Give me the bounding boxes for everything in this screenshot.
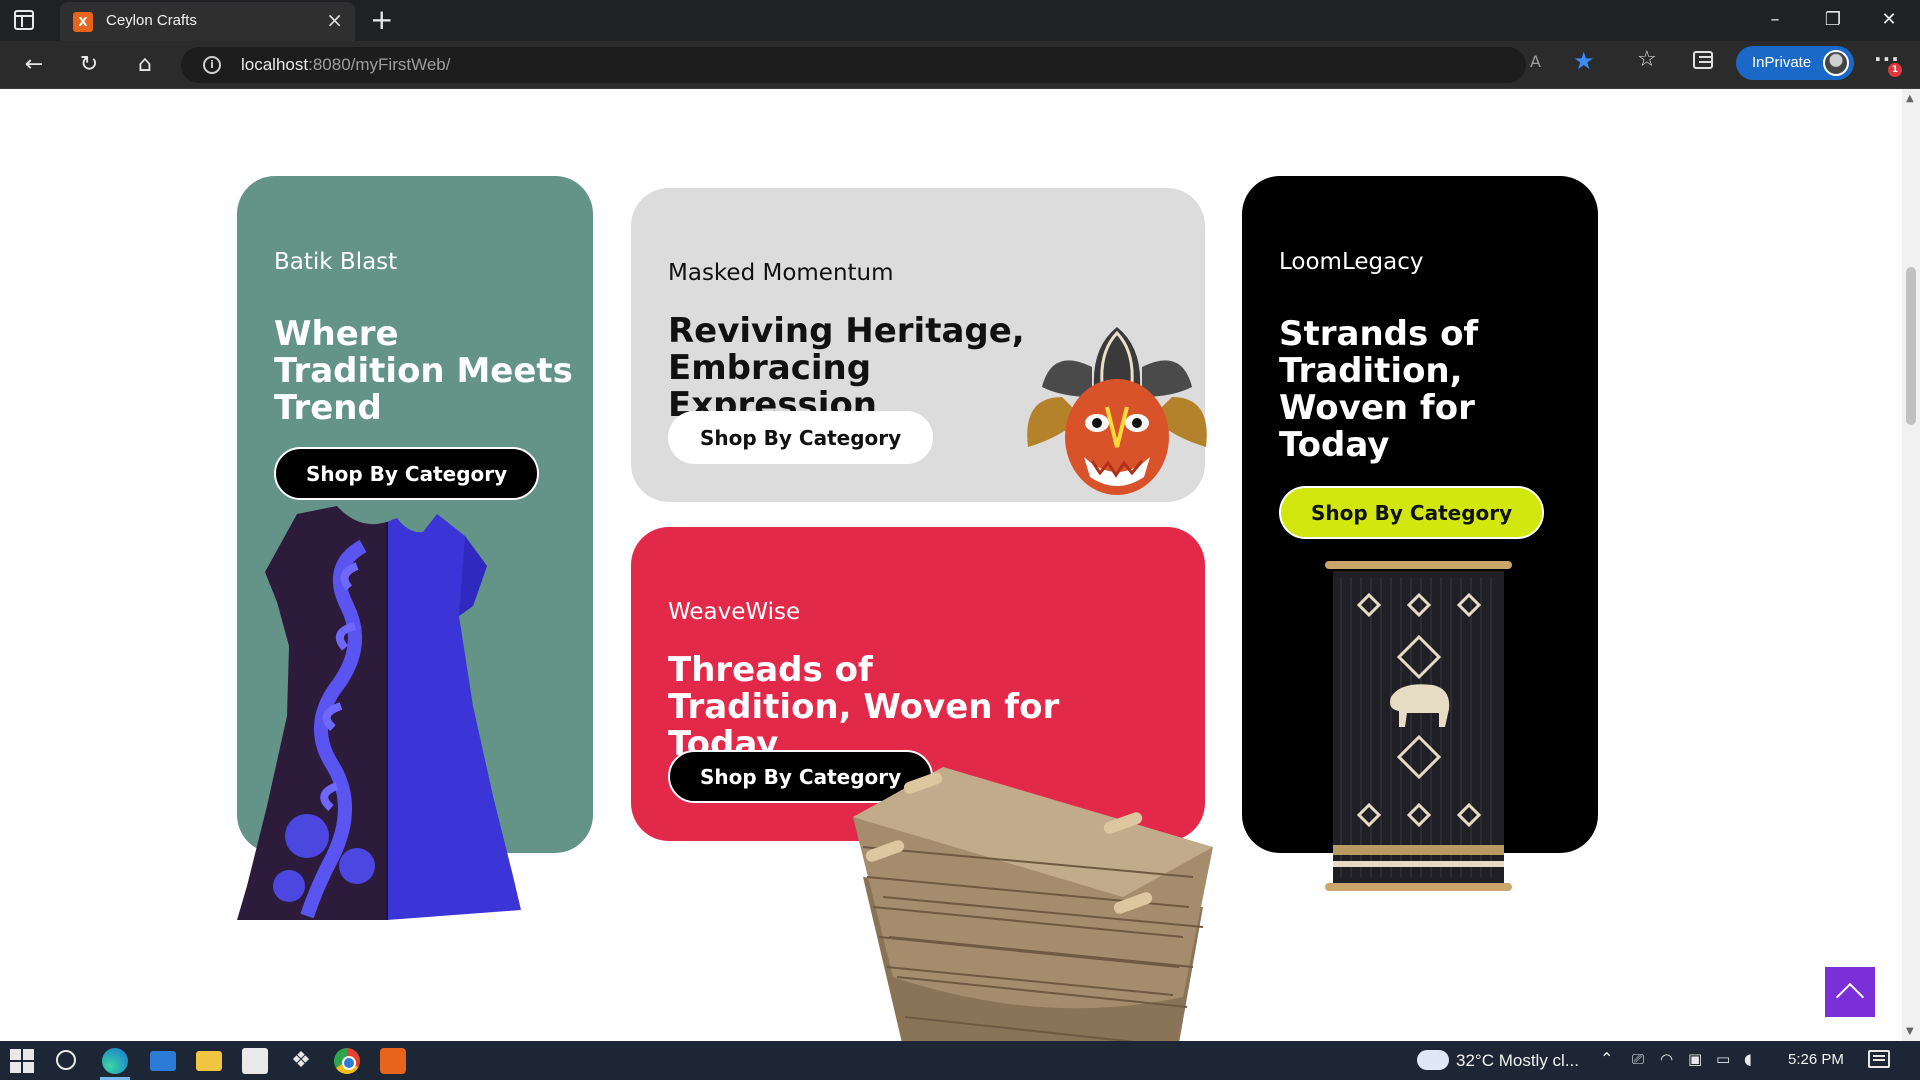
edge-icon[interactable] [102, 1048, 128, 1074]
chrome-icon[interactable] [334, 1048, 360, 1074]
display-icon[interactable]: ▣ [1688, 1050, 1702, 1068]
batik-dress-image [237, 506, 521, 920]
back-arrow-icon[interactable]: ← [17, 49, 51, 83]
refresh-icon[interactable]: ↻ [72, 49, 106, 83]
new-tab-button[interactable]: + [370, 4, 393, 36]
tab-title: Ceylon Crafts [106, 12, 197, 29]
wifi-icon[interactable]: ◠ [1660, 1050, 1673, 1068]
inprivate-button[interactable]: InPrivate [1736, 46, 1854, 80]
card-name: WeaveWise [668, 599, 801, 625]
address-bar[interactable]: i localhost:8080/myFirstWeb/ [181, 47, 1526, 83]
xampp-icon[interactable] [380, 1048, 406, 1074]
shop-by-category-button[interactable]: Shop By Category [668, 411, 934, 464]
scroll-down-icon[interactable]: ▼ [1906, 1026, 1914, 1037]
xampp-favicon-icon: X [73, 12, 93, 32]
avatar [1823, 50, 1849, 76]
raksha-mask-image [1027, 327, 1207, 495]
browser-toolbar: ← ↻ ⌂ i localhost:8080/myFirstWeb/ [0, 41, 1920, 89]
volume-icon[interactable]: ◖ [1744, 1050, 1752, 1068]
alert-badge: 1 [1888, 63, 1902, 77]
mail-icon[interactable] [150, 1051, 176, 1071]
file-explorer-icon[interactable] [196, 1051, 222, 1071]
back-to-top-button[interactable] [1825, 967, 1875, 1017]
browser-titlebar: X Ceylon Crafts × + – ❐ ✕ [0, 0, 1920, 41]
window-close-button[interactable]: ✕ [1866, 6, 1912, 34]
minimize-button[interactable]: – [1752, 6, 1798, 34]
woven-wall-hanging-image [1325, 561, 1512, 891]
url-path: :8080/myFirstWeb/ [308, 55, 451, 74]
card-heading: Strands of Tradition, Woven for Today [1279, 314, 1479, 465]
store-icon[interactable] [242, 1048, 268, 1074]
shop-by-category-button[interactable]: Shop By Category [1279, 486, 1545, 539]
close-icon[interactable]: × [326, 10, 343, 30]
scroll-up-icon[interactable]: ▲ [1906, 93, 1914, 104]
restore-button[interactable]: ❐ [1810, 6, 1856, 34]
page-scrollbar[interactable]: ▲ ▼ [1902, 89, 1920, 1041]
card-name: Batik Blast [274, 249, 398, 275]
meet-now-icon[interactable]: ⎚ [1632, 1050, 1644, 1068]
notifications-icon[interactable] [1868, 1050, 1890, 1068]
home-icon[interactable]: ⌂ [128, 49, 162, 83]
inprivate-label: InPrivate [1752, 54, 1812, 71]
start-icon[interactable] [10, 1048, 36, 1074]
url-text[interactable]: localhost:8080/myFirstWeb/ [241, 55, 450, 75]
favorite-star-icon[interactable]: ★ [1573, 47, 1595, 75]
battery-icon[interactable]: ▭ [1716, 1050, 1730, 1068]
favorites-icon[interactable]: ☆ [1637, 47, 1657, 72]
card-heading: Where Tradition Meets Trend [274, 314, 573, 428]
system-clock[interactable]: 5:26 PM [1788, 1051, 1844, 1068]
dropbox-icon[interactable]: ❖ [288, 1048, 314, 1074]
card-heading: Threads of Tradition, Woven for Today [668, 650, 1060, 764]
tab-actions-icon[interactable] [14, 10, 34, 30]
info-icon[interactable]: i [203, 56, 221, 74]
chevron-up-icon[interactable]: ⌃ [1600, 1049, 1613, 1068]
search-icon[interactable] [56, 1050, 76, 1070]
scroll-thumb[interactable] [1906, 267, 1916, 425]
read-aloud-icon[interactable]: A [1530, 52, 1541, 71]
windows-taskbar: ❖ 32°C Mostly cl... ⌃ ⎚ ◠ ▣ ▭ ◖ 5:26 PM [0, 1041, 1920, 1080]
weather-cloud-icon[interactable] [1417, 1044, 1449, 1070]
browser-tab[interactable]: X Ceylon Crafts × [60, 2, 355, 41]
woven-baskets-image [853, 767, 1213, 1041]
card-name: LoomLegacy [1279, 249, 1424, 275]
shop-by-category-button[interactable]: Shop By Category [274, 447, 540, 500]
card-name: Masked Momentum [668, 260, 894, 286]
page-viewport: Batik Blast Where Tradition Meets Trend … [0, 89, 1902, 1041]
collections-icon[interactable] [1693, 51, 1713, 69]
url-host: localhost [241, 55, 309, 74]
weather-text[interactable]: 32°C Mostly cl... [1456, 1051, 1579, 1071]
card-heading: Reviving Heritage, Embracing Expression [668, 311, 1025, 425]
